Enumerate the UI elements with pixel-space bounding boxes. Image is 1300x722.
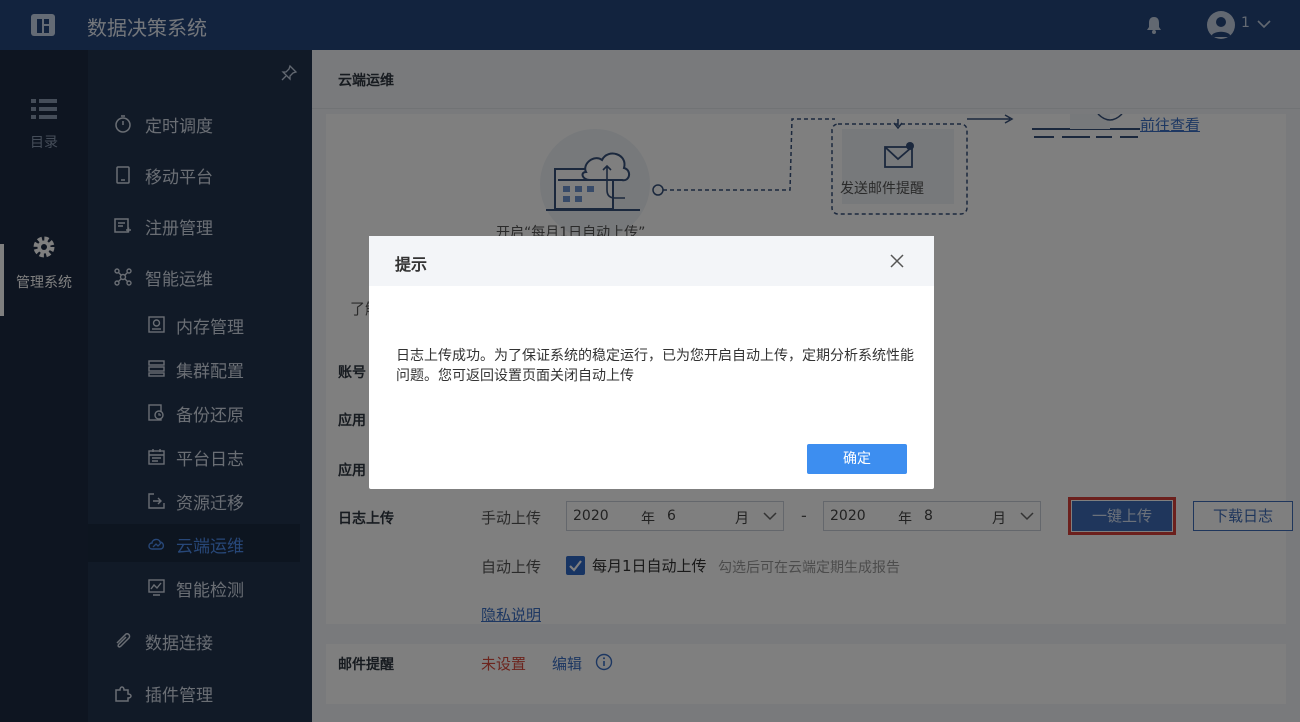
confirm-button[interactable]: 确定 <box>807 444 907 474</box>
close-icon[interactable] <box>889 253 905 269</box>
dialog-header: 提示 <box>369 236 934 286</box>
dialog-title: 提示 <box>395 255 428 274</box>
notice-dialog: 提示 日志上传成功。为了保证系统的稳定运行，已为您开启自动上传，定期分析系统性能… <box>369 236 934 489</box>
dialog-message: 日志上传成功。为了保证系统的稳定运行，已为您开启自动上传，定期分析系统性能问题。… <box>396 348 914 384</box>
